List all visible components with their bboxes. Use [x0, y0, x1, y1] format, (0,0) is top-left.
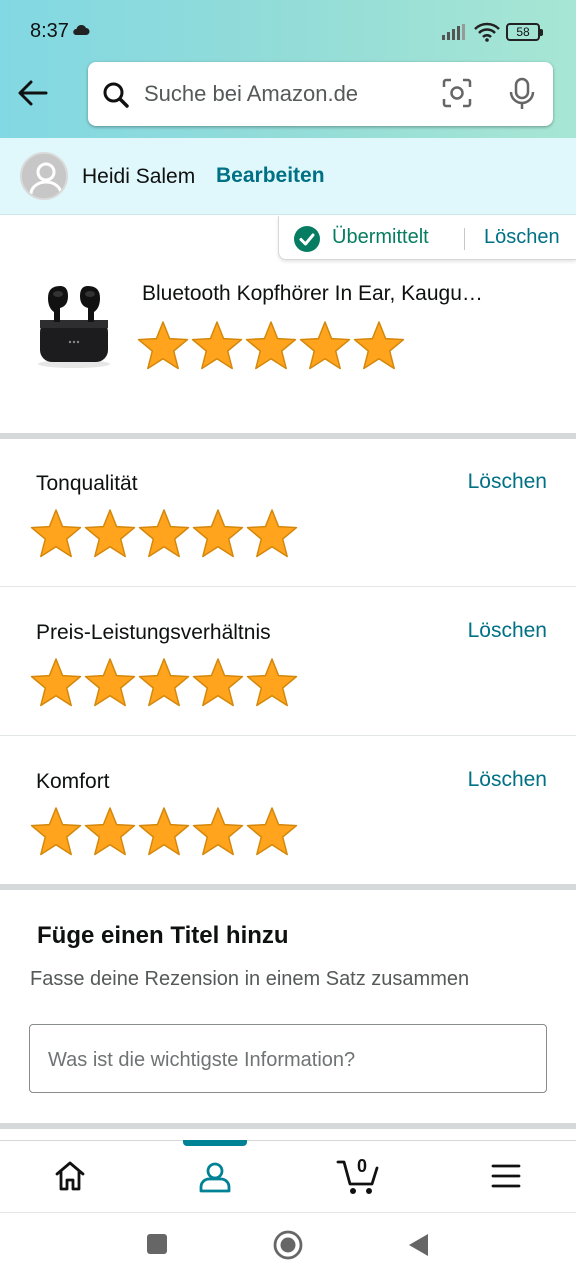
- camera-scan-icon[interactable]: [442, 78, 472, 108]
- aspect-rating[interactable]: [29, 657, 299, 709]
- aspect-rating[interactable]: [29, 508, 299, 560]
- user-name: Heidi Salem: [82, 165, 196, 188]
- star-icon[interactable]: [245, 657, 299, 709]
- section-divider: [0, 1123, 576, 1129]
- search-input[interactable]: Suche bei Amazon.de: [88, 62, 553, 126]
- star-icon[interactable]: [136, 320, 190, 372]
- star-icon[interactable]: [83, 806, 137, 858]
- star-icon[interactable]: [137, 508, 191, 560]
- home-circle-icon[interactable]: [272, 1229, 304, 1261]
- cloud-icon: [73, 24, 90, 35]
- search-placeholder: Suche bei Amazon.de: [144, 81, 359, 106]
- user-icon[interactable]: [197, 1159, 233, 1195]
- star-icon[interactable]: [29, 508, 83, 560]
- aspect-rating[interactable]: [29, 806, 299, 858]
- title-heading: Füge einen Titel hinzu: [37, 922, 289, 949]
- status-bar: 8:37 58: [0, 0, 576, 60]
- back-arrow-icon[interactable]: [16, 76, 50, 110]
- aspect-label: Tonqualität: [36, 472, 138, 495]
- aspect-delete-button[interactable]: Löschen: [468, 619, 547, 643]
- star-icon[interactable]: [298, 320, 352, 372]
- signal-icon: [442, 24, 465, 40]
- star-icon[interactable]: [245, 806, 299, 858]
- battery-indicator: 58: [506, 23, 543, 41]
- edit-profile-link[interactable]: Bearbeiten: [216, 164, 325, 188]
- overall-rating[interactable]: [136, 320, 406, 372]
- microphone-icon[interactable]: [508, 77, 536, 111]
- search-icon: [103, 82, 129, 108]
- star-icon[interactable]: [244, 320, 298, 372]
- star-icon[interactable]: [83, 508, 137, 560]
- header: 8:37 58 Suche bei Amazon.de: [0, 0, 576, 138]
- wifi-icon: [474, 22, 500, 42]
- submitted-label: Übermittelt: [332, 226, 429, 248]
- star-icon[interactable]: [191, 657, 245, 709]
- star-icon[interactable]: [29, 657, 83, 709]
- star-icon[interactable]: [137, 806, 191, 858]
- home-icon[interactable]: [53, 1159, 87, 1193]
- cart-button[interactable]: 0: [336, 1154, 382, 1196]
- user-bar: Heidi Salem Bearbeiten: [0, 138, 576, 215]
- row-divider: [0, 735, 576, 736]
- section-divider: [0, 433, 576, 439]
- cart-count: 0: [357, 1156, 368, 1176]
- section-divider: [0, 884, 576, 890]
- status-time: 8:37: [30, 20, 69, 42]
- review-title-input[interactable]: Was ist die wichtigste Information?: [29, 1024, 547, 1093]
- aspect-delete-button[interactable]: Löschen: [468, 768, 547, 792]
- title-subheading: Fasse deine Rezension in einem Satz zusa…: [30, 968, 470, 990]
- product-title[interactable]: Bluetooth Kopfhörer In Ear, Kaugu…: [142, 282, 483, 306]
- product-image: [38, 286, 110, 368]
- divider: [464, 228, 465, 250]
- star-icon[interactable]: [191, 806, 245, 858]
- aspect-delete-button[interactable]: Löschen: [468, 470, 547, 494]
- aspect-label: Komfort: [36, 770, 110, 793]
- back-triangle-icon[interactable]: [406, 1232, 430, 1258]
- submission-status: Übermittelt Löschen: [278, 216, 576, 260]
- star-icon[interactable]: [191, 508, 245, 560]
- aspect-label: Preis-Leistungsverhältnis: [36, 621, 271, 644]
- active-tab-indicator: [183, 1140, 247, 1146]
- menu-icon[interactable]: [490, 1162, 522, 1190]
- recents-icon[interactable]: [146, 1233, 168, 1255]
- star-icon[interactable]: [83, 657, 137, 709]
- star-icon[interactable]: [29, 806, 83, 858]
- star-icon[interactable]: [245, 508, 299, 560]
- star-icon[interactable]: [137, 657, 191, 709]
- delete-review-button[interactable]: Löschen: [484, 226, 560, 249]
- star-icon[interactable]: [190, 320, 244, 372]
- review-title-placeholder: Was ist die wichtigste Information?: [48, 1049, 356, 1071]
- user-avatar-icon: [22, 154, 66, 198]
- row-divider: [0, 586, 576, 587]
- avatar: [20, 152, 68, 200]
- star-icon[interactable]: [352, 320, 406, 372]
- check-circle-icon: [294, 226, 320, 252]
